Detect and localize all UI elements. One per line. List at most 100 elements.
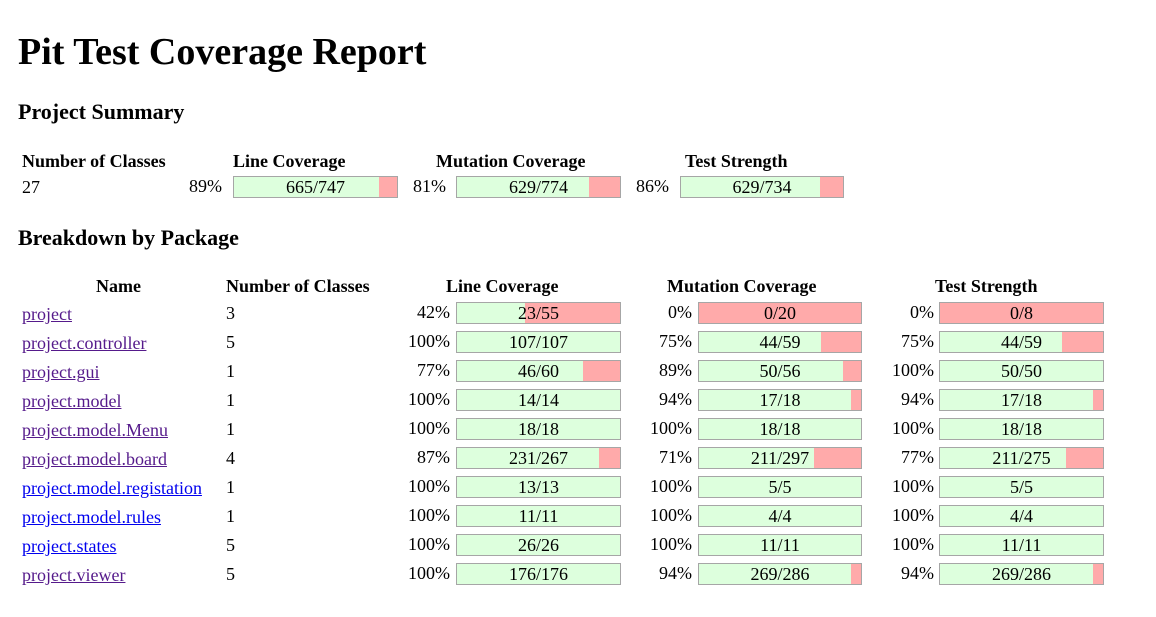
line-percent: 100% <box>408 389 450 409</box>
line-coverage-bar: 46/60 <box>456 360 621 382</box>
package-link[interactable]: project <box>22 304 72 326</box>
line-coverage-text: 231/267 <box>508 448 568 468</box>
mutation-coverage-text: 50/56 <box>759 361 801 381</box>
line-percent: 100% <box>408 331 450 351</box>
summary-class-count: 27 <box>22 177 40 197</box>
strength-coverage-text: 5/5 <box>1009 477 1033 497</box>
breakdown-header-mutation-coverage: Mutation Coverage <box>667 276 817 296</box>
line-percent: 100% <box>408 476 450 496</box>
summary-line-coverage-text: 665/747 <box>285 177 345 197</box>
strength-coverage-text: 4/4 <box>1009 506 1033 526</box>
breakdown-header-line-coverage: Line Coverage <box>446 276 559 296</box>
project-summary-heading: Project Summary <box>18 99 185 124</box>
package-class-count: 1 <box>226 419 235 439</box>
line-percent: 42% <box>417 302 450 322</box>
summary-mutation-coverage-text: 629/774 <box>508 177 568 197</box>
mutation-coverage-bar: 4/4 <box>698 505 862 527</box>
summary-mutation-coverage-bar: 629/774 <box>456 176 621 198</box>
strength-coverage-text: 18/18 <box>1000 419 1042 439</box>
strength-coverage-bar: 44/59 <box>939 331 1104 353</box>
mutation-coverage-bar: 50/56 <box>698 360 862 382</box>
line-coverage-bar: 11/11 <box>456 505 621 527</box>
mutation-percent: 100% <box>650 418 692 438</box>
package-link[interactable]: project.controller <box>22 333 146 355</box>
summary-header-test-strength: Test Strength <box>685 151 788 171</box>
strength-percent: 94% <box>901 563 934 583</box>
mutation-percent: 100% <box>650 476 692 496</box>
mutation-percent: 94% <box>659 389 692 409</box>
mutation-coverage-bar: 17/18 <box>698 389 862 411</box>
strength-coverage-text: 11/11 <box>1001 535 1042 555</box>
strength-coverage-text: 50/50 <box>1000 361 1042 381</box>
strength-coverage-text: 44/59 <box>1000 332 1042 352</box>
mutation-coverage-text: 18/18 <box>759 419 801 439</box>
line-percent: 100% <box>408 563 450 583</box>
line-coverage-bar: 176/176 <box>456 563 621 585</box>
mutation-percent: 100% <box>650 505 692 525</box>
mutation-coverage-bar: 18/18 <box>698 418 862 440</box>
mutation-coverage-text: 0/20 <box>763 303 796 323</box>
summary-test-strength-text: 629/734 <box>732 177 792 197</box>
line-coverage-bar: 13/13 <box>456 476 621 498</box>
mutation-percent: 0% <box>668 302 692 322</box>
strength-coverage-text: 0/8 <box>1009 303 1033 323</box>
line-coverage-bar: 23/55 <box>456 302 621 324</box>
strength-coverage-bar: 4/4 <box>939 505 1104 527</box>
mutation-percent: 71% <box>659 447 692 467</box>
mutation-percent: 94% <box>659 563 692 583</box>
package-class-count: 3 <box>226 303 235 323</box>
line-percent: 77% <box>417 360 450 380</box>
strength-coverage-text: 17/18 <box>1000 390 1042 410</box>
package-link[interactable]: project.states <box>22 536 116 558</box>
line-percent: 100% <box>408 505 450 525</box>
strength-percent: 94% <box>901 389 934 409</box>
line-coverage-bar: 107/107 <box>456 331 621 353</box>
strength-coverage-bar: 0/8 <box>939 302 1104 324</box>
line-coverage-text: 176/176 <box>508 564 568 584</box>
package-link[interactable]: project.gui <box>22 362 99 384</box>
breakdown-header-name: Name <box>96 276 141 296</box>
package-link[interactable]: project.model.board <box>22 449 167 471</box>
package-link[interactable]: project.model.rules <box>22 507 161 529</box>
breakdown-header-test-strength: Test Strength <box>935 276 1038 296</box>
strength-percent: 75% <box>901 331 934 351</box>
summary-header-classes: Number of Classes <box>22 151 166 171</box>
package-class-count: 4 <box>226 448 235 468</box>
line-coverage-text: 14/14 <box>517 390 559 410</box>
mutation-coverage-text: 17/18 <box>759 390 801 410</box>
package-link[interactable]: project.model.registation <box>22 478 202 500</box>
summary-header-line-coverage: Line Coverage <box>233 151 346 171</box>
mutation-coverage-bar: 211/297 <box>698 447 862 469</box>
strength-percent: 100% <box>892 418 934 438</box>
mutation-coverage-bar: 11/11 <box>698 534 862 556</box>
mutation-coverage-text: 11/11 <box>760 535 800 555</box>
summary-line-percent: 89% <box>189 176 222 196</box>
strength-percent: 100% <box>892 534 934 554</box>
package-link[interactable]: project.model <box>22 391 121 413</box>
package-class-count: 5 <box>226 332 235 352</box>
strength-percent: 100% <box>892 476 934 496</box>
line-coverage-text: 46/60 <box>517 361 559 381</box>
strength-percent: 100% <box>892 505 934 525</box>
line-percent: 100% <box>408 418 450 438</box>
line-coverage-text: 26/26 <box>517 535 559 555</box>
mutation-percent: 75% <box>659 331 692 351</box>
strength-coverage-bar: 11/11 <box>939 534 1104 556</box>
mutation-coverage-bar: 0/20 <box>698 302 862 324</box>
line-coverage-bar: 26/26 <box>456 534 621 556</box>
mutation-percent: 89% <box>659 360 692 380</box>
mutation-coverage-text: 4/4 <box>768 506 792 526</box>
mutation-percent: 100% <box>650 534 692 554</box>
package-link[interactable]: project.model.Menu <box>22 420 168 442</box>
strength-coverage-bar: 17/18 <box>939 389 1104 411</box>
package-class-count: 5 <box>226 564 235 584</box>
strength-coverage-text: 269/286 <box>991 564 1051 584</box>
package-class-count: 1 <box>226 361 235 381</box>
page-title: Pit Test Coverage Report <box>18 31 427 73</box>
package-class-count: 5 <box>226 535 235 555</box>
strength-coverage-bar: 50/50 <box>939 360 1104 382</box>
summary-strength-percent: 86% <box>636 176 669 196</box>
mutation-coverage-text: 211/297 <box>750 448 810 468</box>
package-link[interactable]: project.viewer <box>22 565 125 587</box>
breakdown-heading: Breakdown by Package <box>18 225 239 250</box>
